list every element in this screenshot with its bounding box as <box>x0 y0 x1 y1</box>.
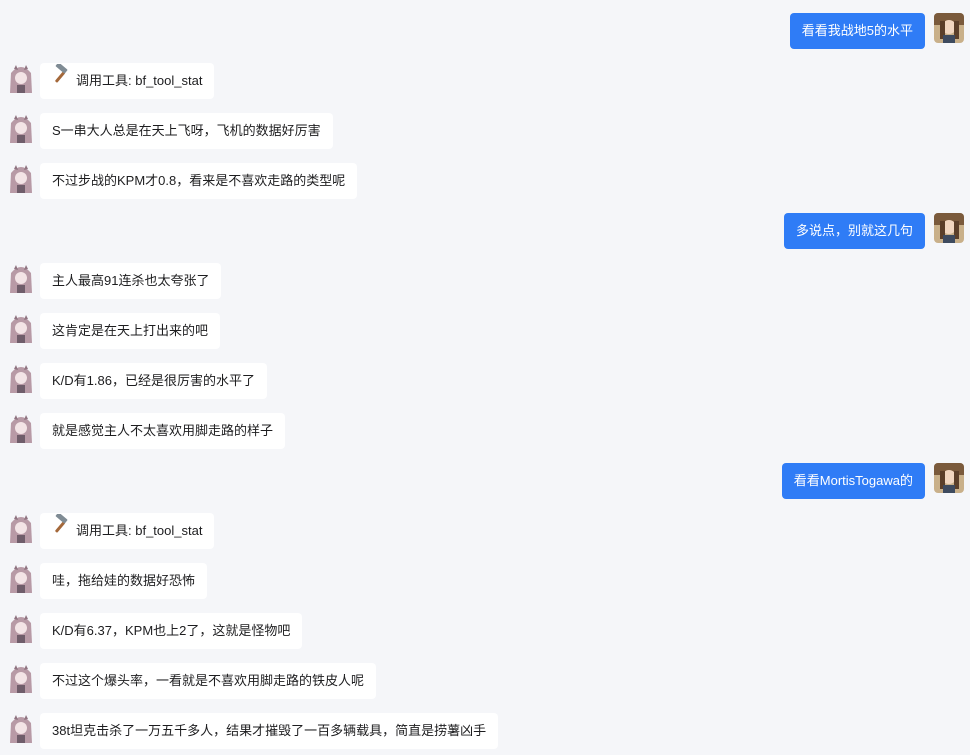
message-row-bot: 不过步战的KPM才0.8，看来是不喜欢走路的类型呢 <box>0 163 970 201</box>
user-avatar[interactable] <box>934 213 964 243</box>
hammer-icon <box>52 512 72 548</box>
tool-call-bubble[interactable]: 调用工具: bf_tool_stat <box>40 512 215 549</box>
assistant-avatar[interactable] <box>6 163 36 193</box>
assistant-message-bubble[interactable]: 就是感觉主人不太喜欢用脚走路的样子 <box>40 413 286 449</box>
assistant-avatar[interactable] <box>6 513 36 543</box>
message-row-bot: 哇，拖给娃的数据好恐怖 <box>0 563 970 601</box>
assistant-message-bubble[interactable]: 38t坦克击杀了一万五千多人，结果才摧毁了一百多辆载具，简直是捞薯凶手 <box>40 713 499 749</box>
user-avatar[interactable] <box>934 463 964 493</box>
assistant-avatar[interactable] <box>6 363 36 393</box>
message-row-bot: K/D有1.86，已经是很厉害的水平了 <box>0 363 970 401</box>
tool-call-label: 调用工具: bf_tool_stat <box>76 523 203 538</box>
assistant-avatar[interactable] <box>6 113 36 143</box>
assistant-message-bubble[interactable]: 主人最高91连杀也太夸张了 <box>40 263 222 299</box>
message-row-bot: 38t坦克击杀了一万五千多人，结果才摧毁了一百多辆载具，简直是捞薯凶手 <box>0 713 970 751</box>
user-message-bubble[interactable]: 多说点，别就这几句 <box>783 213 925 249</box>
user-message-bubble[interactable]: 看看我战地5的水平 <box>789 13 925 49</box>
assistant-message-bubble[interactable]: K/D有6.37，KPM也上2了，这就是怪物吧 <box>40 613 303 649</box>
message-row-bot: 主人最高91连杀也太夸张了 <box>0 263 970 301</box>
assistant-avatar[interactable] <box>6 663 36 693</box>
message-row-bot: K/D有6.37，KPM也上2了，这就是怪物吧 <box>0 613 970 651</box>
message-row-bot: 就是感觉主人不太喜欢用脚走路的样子 <box>0 413 970 451</box>
assistant-avatar[interactable] <box>6 563 36 593</box>
assistant-message-bubble[interactable]: 哇，拖给娃的数据好恐怖 <box>40 563 208 599</box>
hammer-icon <box>52 62 72 98</box>
message-row-bot: 调用工具: bf_tool_stat <box>0 512 970 551</box>
chat-log: 看看我战地5的水平 调用工具: bf_tool_stat S一串大人总是在天上飞… <box>0 0 970 755</box>
user-avatar[interactable] <box>934 13 964 43</box>
tool-call-bubble[interactable]: 调用工具: bf_tool_stat <box>40 62 215 99</box>
assistant-avatar[interactable] <box>6 413 36 443</box>
message-row-user: 多说点，别就这几句 <box>0 213 970 251</box>
assistant-avatar[interactable] <box>6 313 36 343</box>
assistant-message-bubble[interactable]: 不过这个爆头率，一看就是不喜欢用脚走路的铁皮人呢 <box>40 663 377 699</box>
assistant-avatar[interactable] <box>6 613 36 643</box>
message-row-user: 看看MortisTogawa的 <box>0 463 970 501</box>
assistant-message-bubble[interactable]: K/D有1.86，已经是很厉害的水平了 <box>40 363 267 399</box>
assistant-message-bubble[interactable]: 这肯定是在天上打出来的吧 <box>40 313 221 349</box>
message-row-user: 看看我战地5的水平 <box>0 13 970 51</box>
message-row-bot: S一串大人总是在天上飞呀，飞机的数据好厉害 <box>0 113 970 151</box>
assistant-avatar[interactable] <box>6 63 36 93</box>
message-row-bot: 这肯定是在天上打出来的吧 <box>0 313 970 351</box>
assistant-avatar[interactable] <box>6 713 36 743</box>
assistant-message-bubble[interactable]: S一串大人总是在天上飞呀，飞机的数据好厉害 <box>40 113 333 149</box>
tool-call-label: 调用工具: bf_tool_stat <box>76 73 203 88</box>
message-row-bot: 不过这个爆头率，一看就是不喜欢用脚走路的铁皮人呢 <box>0 663 970 701</box>
user-message-bubble[interactable]: 看看MortisTogawa的 <box>781 463 925 499</box>
assistant-message-bubble[interactable]: 不过步战的KPM才0.8，看来是不喜欢走路的类型呢 <box>40 163 358 199</box>
message-row-bot: 调用工具: bf_tool_stat <box>0 62 970 101</box>
assistant-avatar[interactable] <box>6 263 36 293</box>
